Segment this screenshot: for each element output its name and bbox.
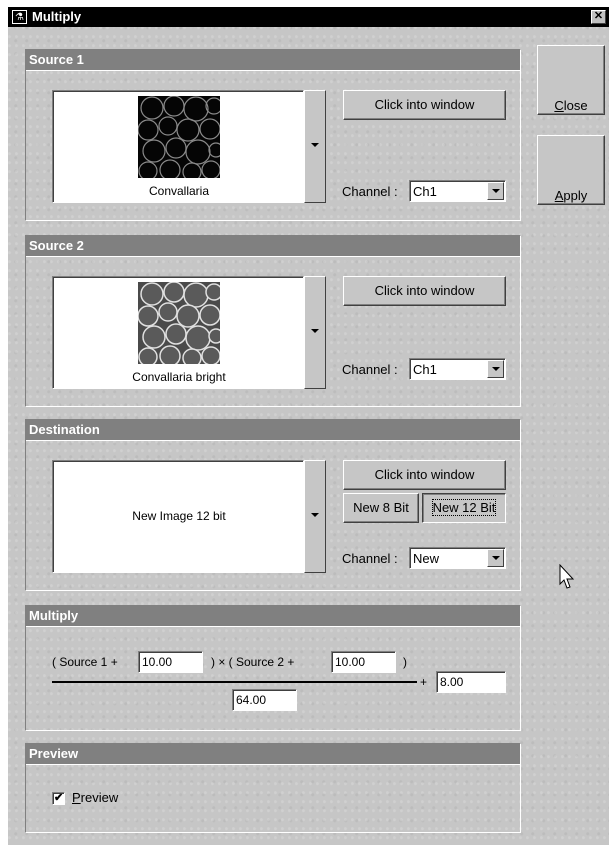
- destination-channel-label: Channel :: [342, 551, 398, 566]
- preview-panel: Preview ✔ Preview: [25, 743, 521, 833]
- chevron-down-icon[interactable]: [487, 360, 504, 378]
- source1-channel-label: Channel :: [342, 184, 398, 199]
- source1-term-label: ( Source 1 +: [52, 655, 118, 669]
- chevron-down-icon[interactable]: [487, 549, 504, 567]
- multiply-header: Multiply: [26, 606, 520, 627]
- source2-offset-input[interactable]: 10.00: [331, 651, 396, 673]
- source2-channel-label: Channel :: [342, 362, 398, 377]
- source2-channel-value: Ch1: [413, 362, 437, 377]
- destination-channel-value: New: [413, 551, 440, 566]
- destination-panel: Destination New Image 12 bit Click into …: [25, 419, 521, 591]
- source1-header: Source 1: [26, 50, 520, 71]
- preview-checkbox-label[interactable]: Preview: [72, 790, 118, 805]
- source2-dropdown-button[interactable]: [304, 276, 326, 389]
- source1-dropdown-button[interactable]: [304, 90, 326, 203]
- source2-header: Source 2: [26, 236, 520, 257]
- destination-image-selector[interactable]: New Image 12 bit: [52, 460, 304, 573]
- divisor-input[interactable]: 64.00: [232, 689, 297, 711]
- plus-label: +: [420, 675, 428, 689]
- source1-image-selector[interactable]: Convallaria: [52, 90, 304, 203]
- destination-header: Destination: [26, 420, 520, 441]
- mouse-cursor-icon: [559, 564, 575, 589]
- microscope-icon: ⚗: [12, 10, 27, 24]
- new-8-bit-button[interactable]: New 8 Bit: [343, 493, 419, 523]
- close-button[interactable]: Close: [537, 45, 605, 115]
- source1-channel-value: Ch1: [413, 184, 437, 199]
- source2-thumbnail: [138, 282, 220, 364]
- multiply-dialog: ⚗ Multiply ✕ Close Apply Source 1 Conval…: [7, 7, 609, 845]
- source2-term-label: ) × ( Source 2 +: [211, 655, 295, 669]
- source1-thumbnail: [138, 96, 220, 178]
- close-paren-label: ): [403, 655, 407, 669]
- source2-image-selector[interactable]: Convallaria bright: [52, 276, 304, 389]
- close-window-icon[interactable]: ✕: [591, 10, 606, 24]
- source1-offset-input[interactable]: 10.00: [138, 651, 203, 673]
- add-value-input[interactable]: 8.00: [436, 671, 506, 693]
- chevron-down-icon: [311, 329, 319, 333]
- multiply-panel: Multiply ( Source 1 + 10.00 ) × ( Source…: [25, 605, 521, 731]
- destination-channel-select[interactable]: New: [409, 547, 506, 569]
- source2-click-into-window-button[interactable]: Click into window: [343, 276, 506, 306]
- source1-panel: Source 1 Convallaria Click into window C…: [25, 49, 521, 221]
- destination-click-into-window-button[interactable]: Click into window: [343, 460, 506, 490]
- fraction-bar: [52, 681, 417, 683]
- title-bar[interactable]: ⚗ Multiply ✕: [8, 7, 609, 27]
- preview-checkbox[interactable]: ✔: [52, 792, 65, 805]
- chevron-down-icon[interactable]: [487, 182, 504, 200]
- destination-image-name: New Image 12 bit: [132, 509, 226, 523]
- source2-channel-select[interactable]: Ch1: [409, 358, 506, 380]
- destination-dropdown-button[interactable]: [304, 460, 326, 573]
- source2-image-name: Convallaria bright: [132, 370, 226, 384]
- source1-click-into-window-button[interactable]: Click into window: [343, 90, 506, 120]
- chevron-down-icon: [311, 143, 319, 147]
- checkmark-icon: ✔: [54, 792, 64, 804]
- source1-image-name: Convallaria: [148, 184, 210, 198]
- source1-channel-select[interactable]: Ch1: [409, 180, 506, 202]
- source2-panel: Source 2 Convallaria bright Click into w…: [25, 235, 521, 407]
- apply-button[interactable]: Apply: [537, 135, 605, 205]
- chevron-down-icon: [311, 513, 319, 517]
- new-12-bit-button[interactable]: New 12 Bit: [422, 493, 506, 523]
- window-title: Multiply: [32, 9, 82, 24]
- preview-header: Preview: [26, 744, 520, 765]
